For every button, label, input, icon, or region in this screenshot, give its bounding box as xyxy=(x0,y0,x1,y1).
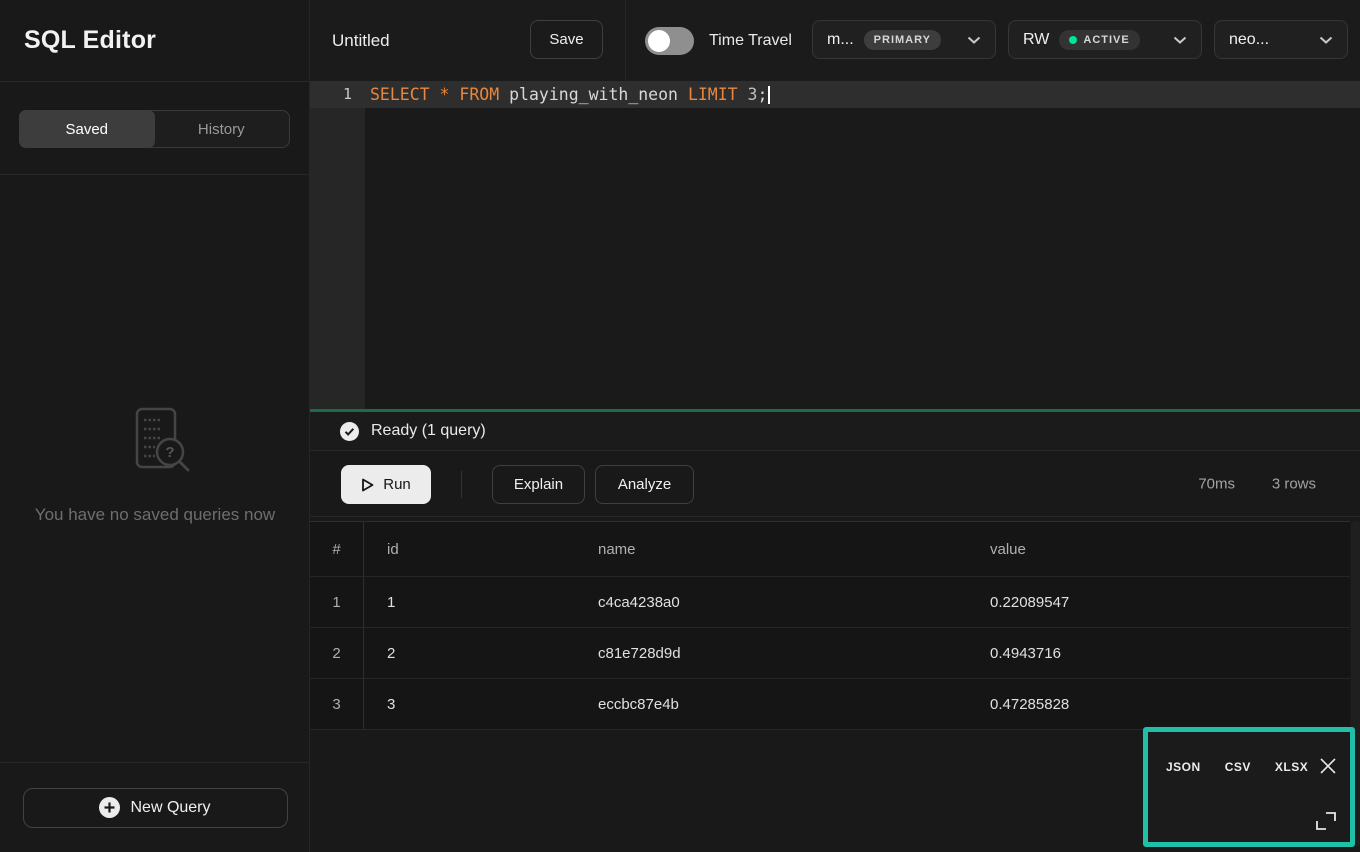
time-travel-toggle[interactable] xyxy=(645,27,694,55)
page-title: SQL Editor xyxy=(24,26,156,55)
saved-queries-empty-state: ? You have no saved queries now xyxy=(0,406,310,525)
xlsx-export-button[interactable]: XLSX xyxy=(1275,760,1308,774)
sql-editor-app: SQL Editor Saved History ? You have no s… xyxy=(0,0,1360,852)
actions-divider xyxy=(461,471,462,498)
table-cell: 3 xyxy=(364,679,575,729)
document-search-icon: ? xyxy=(111,471,199,488)
run-label: Run xyxy=(383,476,411,493)
main-area: Untitled Save Time Travel m... PRIMARY R… xyxy=(310,0,1360,852)
results-table-body: 11c4ca4238a00.2208954722c81e728d9d0.4943… xyxy=(310,577,1350,730)
export-panel: JSON CSV XLSX xyxy=(1143,727,1355,847)
query-title: Untitled xyxy=(332,31,390,51)
topbar-divider xyxy=(625,0,626,81)
time-travel-label: Time Travel xyxy=(709,32,792,50)
close-icon xyxy=(1316,754,1340,778)
new-query-button[interactable]: New Query xyxy=(23,788,288,828)
check-circle-icon xyxy=(340,422,359,441)
table-cell: 0.47285828 xyxy=(967,679,1350,729)
table-cell: 2 xyxy=(310,628,364,678)
column-header: value xyxy=(967,522,1350,576)
chevron-down-icon xyxy=(1173,36,1187,44)
toggle-knob xyxy=(648,30,670,52)
status-bar: Ready (1 query) xyxy=(310,412,1360,451)
table-row: 33eccbc87e4b0.47285828 xyxy=(310,679,1350,730)
svg-text:?: ? xyxy=(165,444,174,461)
compute-select[interactable]: RW ACTIVE xyxy=(1008,20,1202,59)
csv-export-button[interactable]: CSV xyxy=(1225,760,1251,774)
table-cell: 0.4943716 xyxy=(967,628,1350,678)
analyze-button[interactable]: Analyze xyxy=(595,465,694,504)
line-number-gutter xyxy=(310,81,365,409)
row-count: 3 rows xyxy=(1272,475,1316,492)
primary-badge: PRIMARY xyxy=(864,30,941,50)
status-dot xyxy=(1069,36,1077,44)
results-table: # id name value 11c4ca4238a00.2208954722… xyxy=(310,521,1350,730)
table-cell: c4ca4238a0 xyxy=(575,577,967,627)
table-cell: 3 xyxy=(310,679,364,729)
sidebar-header: SQL Editor xyxy=(0,0,309,82)
play-icon xyxy=(361,478,374,492)
column-header: name xyxy=(575,522,967,576)
chevron-down-icon xyxy=(967,36,981,44)
table-header-row: # id name value xyxy=(310,521,1350,577)
branch-name: m... xyxy=(827,31,854,49)
saved-history-tabs: Saved History xyxy=(19,110,290,148)
table-row: 22c81e728d9d0.4943716 xyxy=(310,628,1350,679)
table-cell: 1 xyxy=(310,577,364,627)
table-cell: c81e728d9d xyxy=(575,628,967,678)
table-row: 11c4ca4238a00.22089547 xyxy=(310,577,1350,628)
sidebar-footer: New Query xyxy=(0,762,310,852)
tab-saved[interactable]: Saved xyxy=(19,110,155,148)
table-cell: 2 xyxy=(364,628,575,678)
editor-topbar: Untitled Save Time Travel m... PRIMARY R… xyxy=(310,0,1360,81)
code-line[interactable]: SELECT * FROM playing_with_neon LIMIT 3; xyxy=(370,81,770,108)
tab-history[interactable]: History xyxy=(154,111,290,147)
database-name: neo... xyxy=(1229,31,1269,49)
code-editor[interactable]: 1 SELECT * FROM playing_with_neon LIMIT … xyxy=(310,81,1360,409)
sidebar: SQL Editor Saved History ? You have no s… xyxy=(0,0,310,852)
actions-row: Run Explain Analyze 70ms 3 rows xyxy=(310,451,1360,517)
expand-icon xyxy=(1314,810,1338,832)
tabs-section: Saved History xyxy=(0,82,309,175)
empty-state-text: You have no saved queries now xyxy=(0,505,310,525)
table-cell: 1 xyxy=(364,577,575,627)
line-number: 1 xyxy=(310,81,352,108)
chevron-down-icon xyxy=(1319,36,1333,44)
branch-select[interactable]: m... PRIMARY xyxy=(812,20,996,59)
query-duration: 70ms xyxy=(1198,475,1235,492)
run-button[interactable]: Run xyxy=(341,465,431,504)
json-export-button[interactable]: JSON xyxy=(1166,760,1201,774)
expand-button[interactable] xyxy=(1314,810,1338,832)
text-cursor xyxy=(768,86,770,104)
new-query-label: New Query xyxy=(130,799,210,817)
export-options: JSON CSV XLSX xyxy=(1166,760,1308,774)
explain-button[interactable]: Explain xyxy=(492,465,585,504)
save-button[interactable]: Save xyxy=(530,20,603,59)
close-button[interactable] xyxy=(1316,754,1340,778)
compute-name: RW xyxy=(1023,31,1049,49)
plus-circle-icon xyxy=(99,797,120,818)
table-cell: eccbc87e4b xyxy=(575,679,967,729)
active-badge-label: ACTIVE xyxy=(1083,34,1129,46)
table-cell: 0.22089547 xyxy=(967,577,1350,627)
status-text: Ready (1 query) xyxy=(371,422,486,440)
database-select[interactable]: neo... xyxy=(1214,20,1348,59)
column-header: id xyxy=(364,522,575,576)
column-header: # xyxy=(310,522,364,576)
active-badge: ACTIVE xyxy=(1059,30,1139,50)
